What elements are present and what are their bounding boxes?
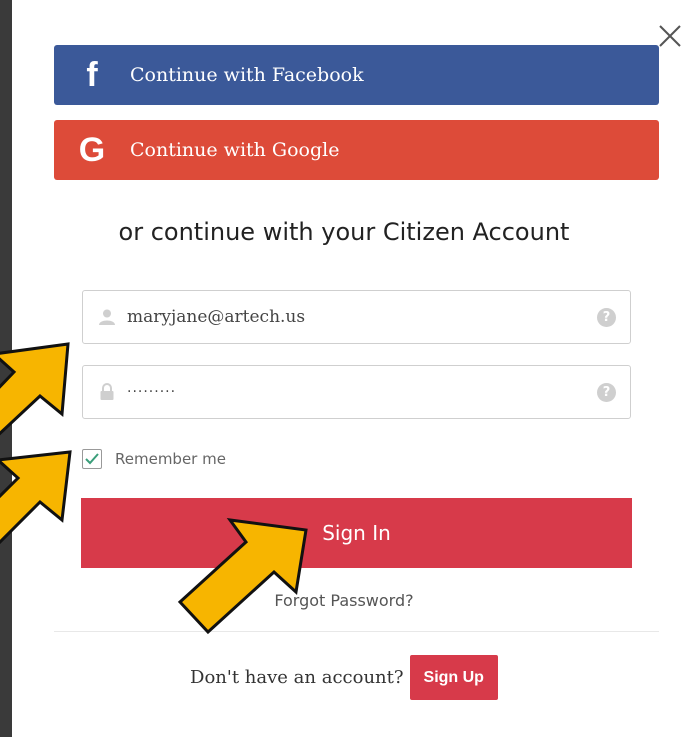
signup-row: Don't have an account? Sign Up bbox=[0, 655, 688, 700]
password-help-icon[interactable]: ? bbox=[597, 382, 616, 402]
divider bbox=[54, 631, 659, 632]
checkmark-icon bbox=[85, 453, 99, 465]
email-input[interactable] bbox=[127, 291, 597, 343]
google-login-button[interactable]: G Continue with Google bbox=[54, 120, 659, 180]
facebook-icon: f bbox=[86, 55, 98, 94]
sign-in-button[interactable]: Sign In bbox=[81, 498, 632, 568]
facebook-login-label: Continue with Facebook bbox=[130, 64, 364, 86]
password-input[interactable]: ········· bbox=[127, 366, 597, 418]
facebook-login-button[interactable]: f Continue with Facebook bbox=[54, 45, 659, 105]
remember-me-label: Remember me bbox=[115, 450, 226, 468]
or-divider-text: or continue with your Citizen Account bbox=[118, 218, 570, 246]
google-icon: G bbox=[78, 130, 106, 169]
google-login-label: Continue with Google bbox=[130, 139, 340, 161]
user-icon bbox=[83, 308, 127, 326]
email-help-icon[interactable]: ? bbox=[597, 307, 616, 327]
login-modal: f Continue with Facebook G Continue with… bbox=[12, 0, 688, 737]
forgot-password-link[interactable]: Forgot Password? bbox=[0, 591, 688, 610]
lock-icon bbox=[83, 383, 127, 401]
password-field[interactable]: ········· ? bbox=[82, 365, 631, 419]
signup-prompt: Don't have an account? bbox=[190, 667, 404, 688]
sign-up-button[interactable]: Sign Up bbox=[409, 655, 498, 700]
email-field[interactable]: ? bbox=[82, 290, 631, 344]
remember-me-row[interactable]: Remember me bbox=[82, 449, 226, 469]
remember-me-checkbox[interactable] bbox=[82, 449, 102, 469]
